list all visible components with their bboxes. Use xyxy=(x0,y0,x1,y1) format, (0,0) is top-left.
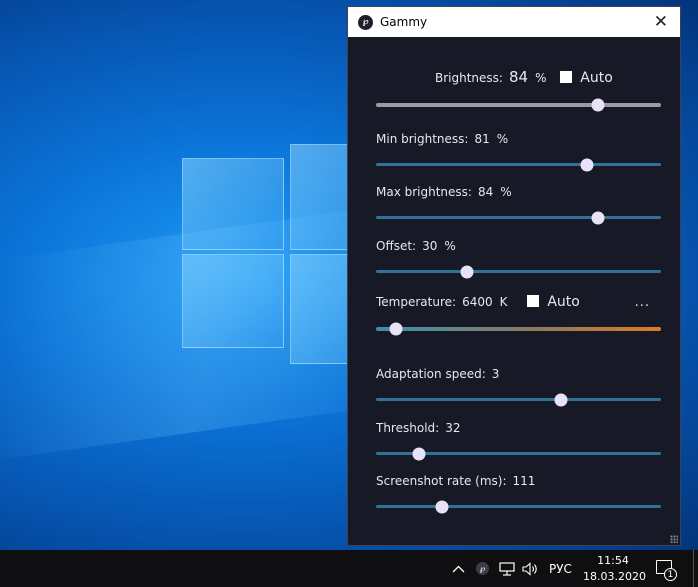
screenshot-rate-slider[interactable] xyxy=(376,500,661,513)
brightness-auto-label: Auto xyxy=(580,70,613,86)
max-brightness-slider-handle[interactable] xyxy=(591,211,605,224)
show-hidden-icons-chevron-icon[interactable] xyxy=(452,550,465,587)
gammy-tray-icon[interactable]: ℘ xyxy=(476,550,489,587)
adaptation-speed-value: 3 xyxy=(491,367,500,381)
window-title: Gammy xyxy=(380,15,428,29)
resize-grip-icon[interactable] xyxy=(670,535,678,543)
max-brightness-slider[interactable] xyxy=(376,211,661,224)
volume-icon[interactable] xyxy=(522,550,539,587)
temperature-auto-label: Auto xyxy=(547,294,580,310)
adaptation-speed-label: Adaptation speed: xyxy=(376,367,486,381)
brightness-unit: % xyxy=(535,71,547,85)
max-brightness-row: Max brightness: 84% xyxy=(376,185,512,199)
gammy-window: ℘ Gammy ✕ Brightness: 84% Auto Min bright… xyxy=(347,6,681,546)
max-brightness-label: Max brightness: xyxy=(376,185,472,199)
offset-label: Offset: xyxy=(376,239,417,253)
temperature-slider[interactable] xyxy=(376,322,661,336)
adaptation-speed-slider[interactable] xyxy=(376,393,661,406)
gammy-app-icon: ℘ xyxy=(358,14,373,30)
temperature-slider-handle[interactable] xyxy=(389,322,403,336)
threshold-label: Threshold: xyxy=(376,421,440,435)
threshold-slider[interactable] xyxy=(376,447,661,460)
brightness-slider[interactable] xyxy=(376,98,661,112)
temperature-value: 6400 xyxy=(462,295,493,309)
offset-unit: % xyxy=(444,239,456,253)
min-brightness-unit: % xyxy=(496,132,509,146)
logo-pane xyxy=(182,158,284,250)
offset-row: Offset: 30% xyxy=(376,239,456,253)
clock-date: 18.03.2020 xyxy=(583,570,646,583)
taskbar-clock[interactable]: 11:54 18.03.2020 xyxy=(583,553,646,585)
network-icon[interactable] xyxy=(499,550,515,587)
temperature-label: Temperature: xyxy=(376,295,457,309)
offset-value: 30 xyxy=(422,239,438,253)
screenshot-rate-slider-handle[interactable] xyxy=(435,500,449,513)
min-brightness-label: Min brightness: xyxy=(376,132,469,146)
threshold-value: 32 xyxy=(445,421,461,435)
show-desktop-button[interactable] xyxy=(693,550,698,587)
max-brightness-unit: % xyxy=(500,185,512,199)
min-brightness-slider-handle[interactable] xyxy=(580,158,594,171)
offset-slider-handle[interactable] xyxy=(460,265,474,278)
max-brightness-value: 84 xyxy=(477,185,494,199)
temperature-auto-checkbox[interactable] xyxy=(527,295,540,307)
taskbar: ℘ РУС 11:54 18.03.2020 1 xyxy=(0,550,698,587)
min-brightness-slider[interactable] xyxy=(376,158,661,171)
screenshot-rate-row: Screenshot rate (ms): 111 xyxy=(376,474,535,488)
screenshot-rate-label: Screenshot rate (ms): xyxy=(376,474,507,488)
brightness-row: Brightness: 84% Auto xyxy=(435,68,613,86)
min-brightness-row: Min brightness: 81% xyxy=(376,132,508,146)
clock-time: 11:54 xyxy=(597,554,629,567)
brightness-slider-handle[interactable] xyxy=(591,98,605,112)
logo-pane xyxy=(182,254,284,348)
brightness-label: Brightness: xyxy=(435,71,503,85)
brightness-auto-checkbox[interactable] xyxy=(560,71,573,83)
close-icon[interactable]: ✕ xyxy=(654,12,668,32)
threshold-slider-handle[interactable] xyxy=(412,447,426,460)
adaptation-speed-slider-handle[interactable] xyxy=(554,393,568,406)
min-brightness-value: 81 xyxy=(474,132,490,146)
gammy-tray-glyph: ℘ xyxy=(476,562,489,575)
adaptation-speed-row: Adaptation speed: 3 xyxy=(376,367,499,381)
temperature-unit: K xyxy=(499,295,508,309)
offset-slider[interactable] xyxy=(376,265,661,278)
temperature-more-button[interactable]: ... xyxy=(635,295,650,310)
threshold-row: Threshold: 32 xyxy=(376,421,460,435)
brightness-value: 84 xyxy=(508,68,529,86)
screenshot-rate-value: 111 xyxy=(512,474,536,488)
notification-count-badge: 1 xyxy=(664,568,677,581)
title-bar[interactable]: ℘ Gammy ✕ xyxy=(348,7,680,37)
temperature-row: Temperature: 6400 K Auto xyxy=(376,294,580,310)
input-language-indicator[interactable]: РУС xyxy=(549,550,572,587)
